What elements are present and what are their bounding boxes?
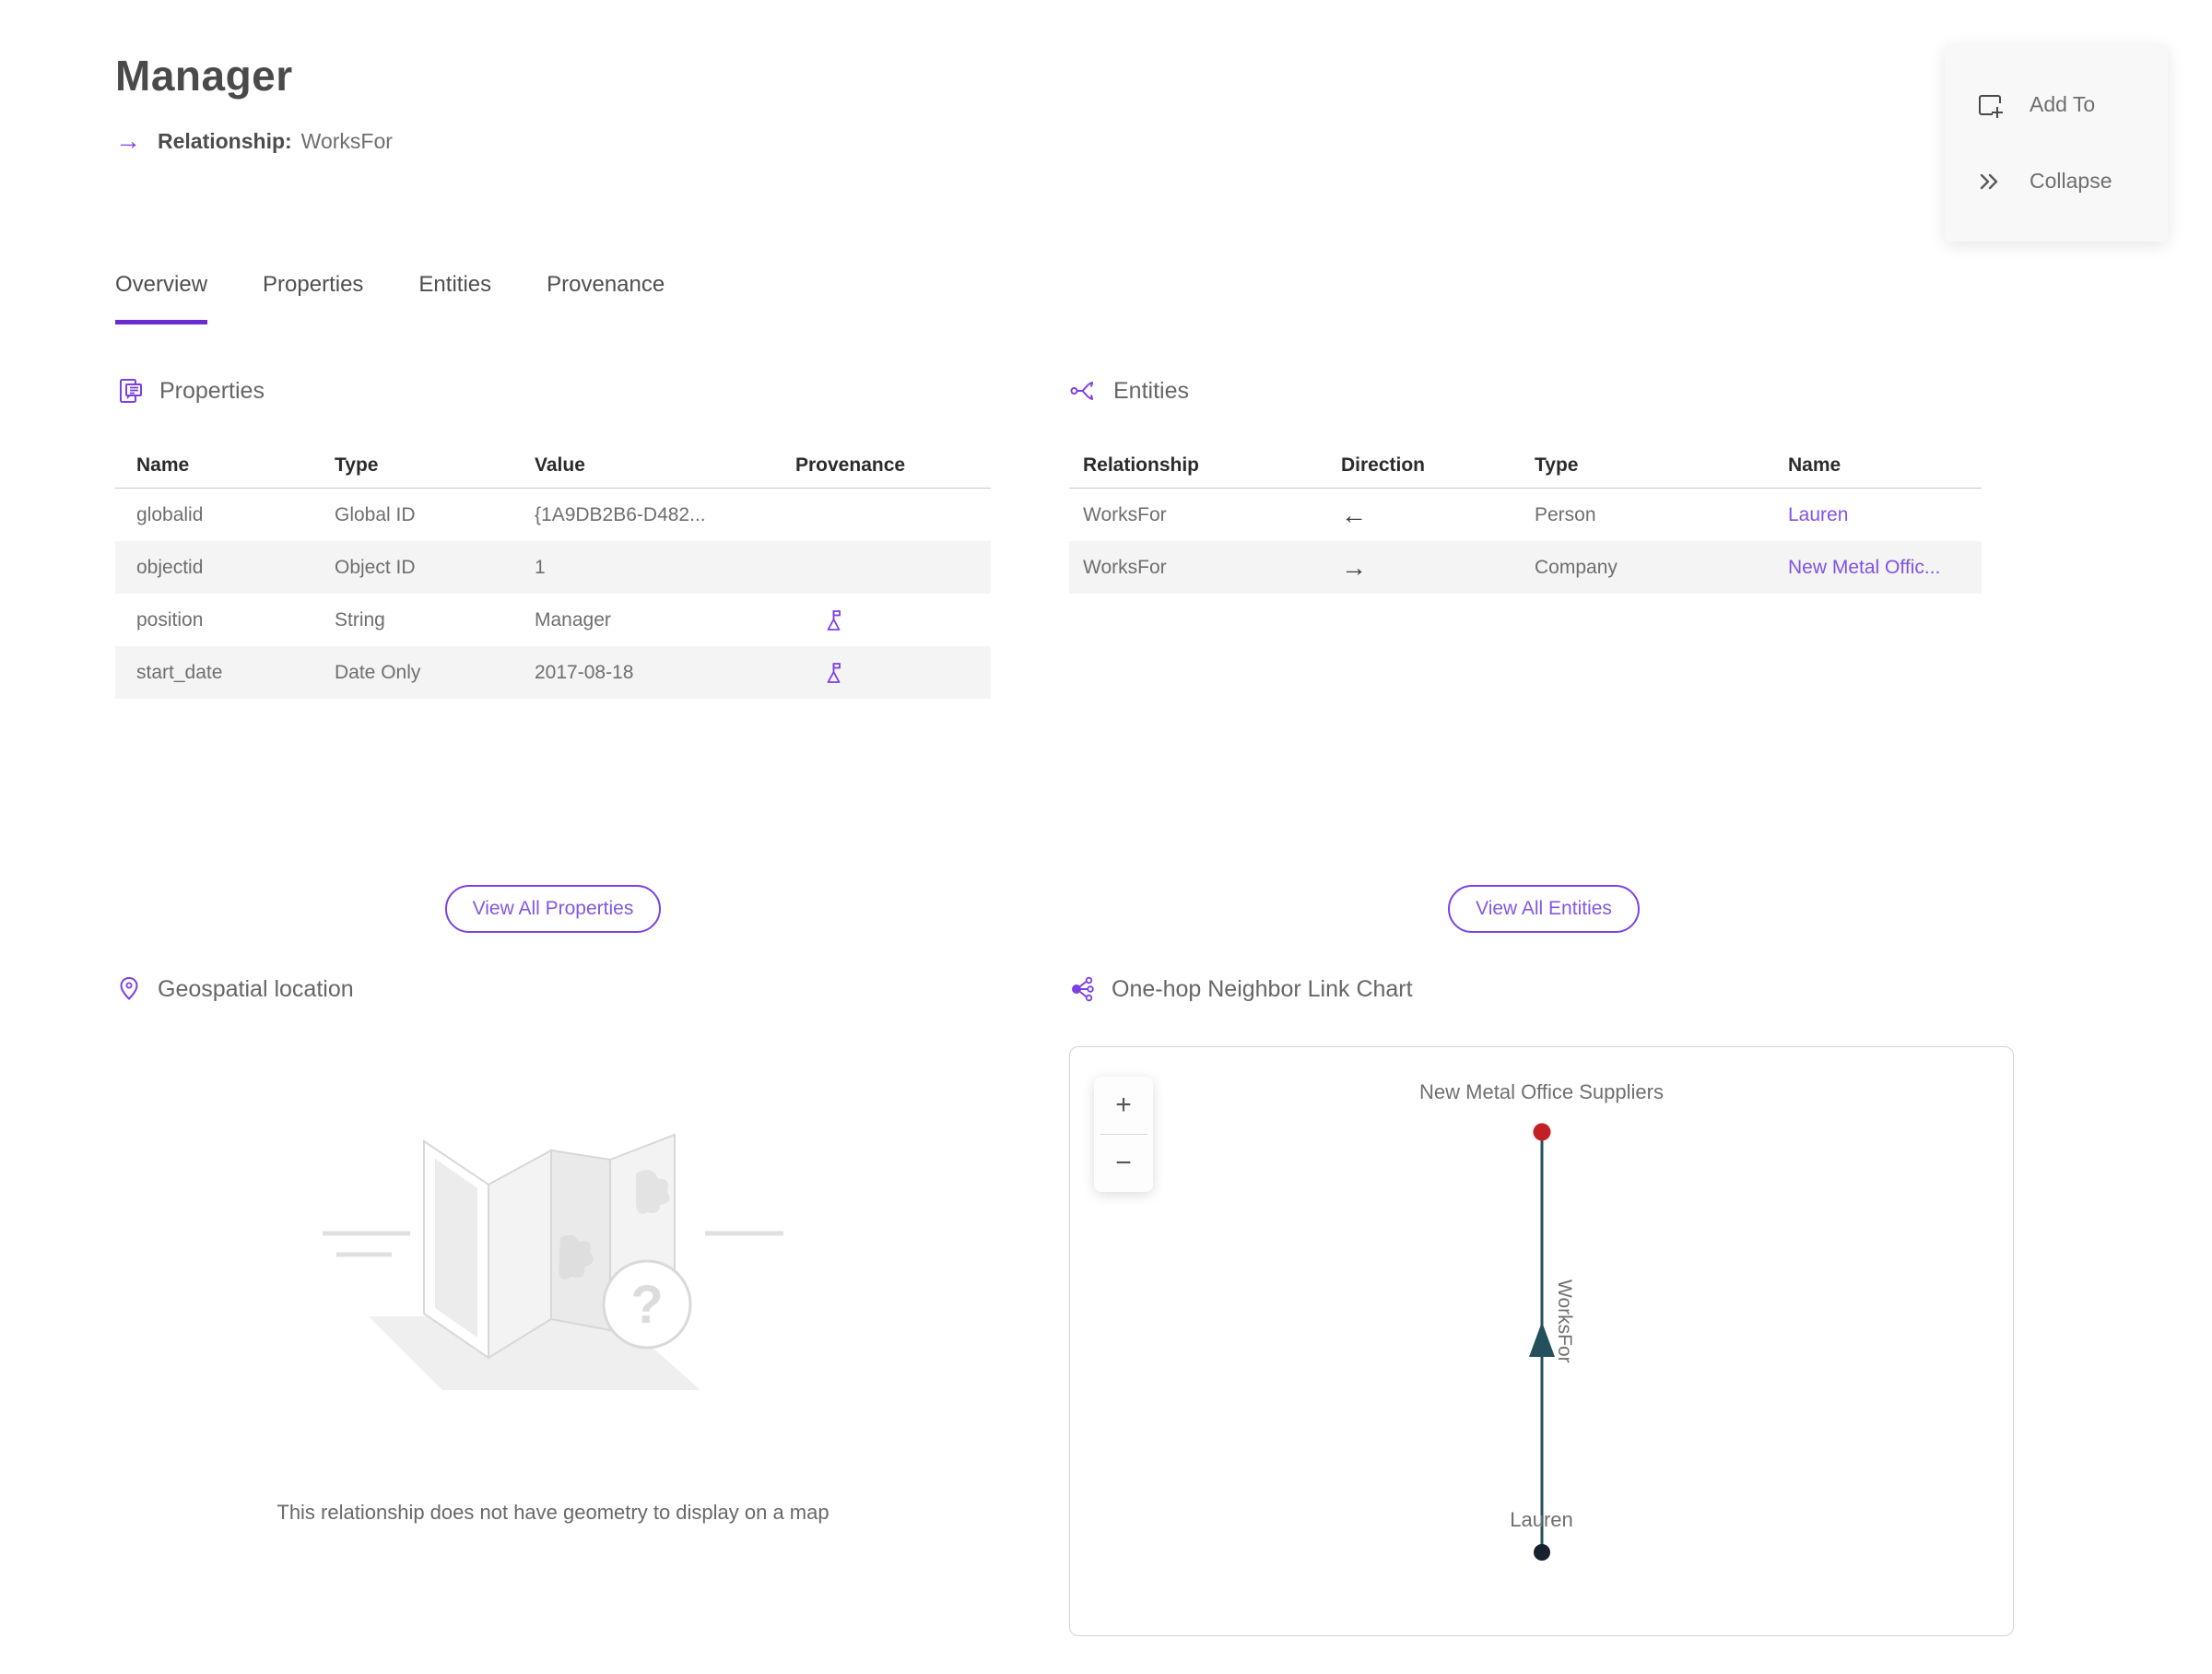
collapse-icon [1974,166,2006,197]
link-chart-section-title: One-hop Neighbor Link Chart [1112,975,1413,1002]
collapse-button[interactable]: Collapse [1945,166,2168,197]
link-chart-canvas[interactable]: New Metal Office Suppliers WorksFor Laur… [1069,1046,2014,1636]
entities-icon [1069,376,1099,406]
table-row: WorksFor ← Person Lauren [1069,489,1982,541]
view-all-entities-button[interactable]: View All Entities [1448,885,1640,933]
col-header-type: Type [1535,454,1579,476]
entities-table: Relationship Direction Type Name WorksFo… [1069,442,1982,594]
properties-table-header: Name Type Value Provenance [115,442,991,489]
tab-properties[interactable]: Properties [263,272,363,324]
add-to-label: Add To [2030,92,2096,116]
collapse-label: Collapse [2030,169,2112,193]
properties-section-title: Properties [159,377,265,404]
entity-type: Company [1535,556,1618,578]
node-person [1534,1544,1550,1561]
entities-panel: Entities Relationship Direction Type Nam… [1069,376,2018,984]
prop-name: position [136,608,204,631]
geospatial-section-header: Geospatial location [115,975,991,1003]
no-geometry-message: This relationship does not have geometry… [276,1501,830,1524]
entities-table-header: Relationship Direction Type Name [1069,442,1982,489]
entity-type: Person [1535,503,1596,525]
col-header-provenance: Provenance [795,454,906,476]
entity-name-link[interactable]: New Metal Offic... [1788,557,1982,579]
subtitle-label: Relationship: [158,128,292,153]
table-row: objectid Object ID 1 [115,541,991,594]
add-to-icon [1974,89,2006,121]
page-header: Manager → Relationship: WorksFor [115,51,393,154]
add-to-button[interactable]: Add To [1945,89,2168,121]
entity-name-link[interactable]: Lauren [1788,504,1982,526]
tab-overview[interactable]: Overview [115,272,208,324]
entity-relationship: WorksFor [1083,556,1167,578]
geospatial-panel: Geospatial location ? This relationship … [115,975,991,1621]
properties-table: Name Type Value Provenance globalid Glob… [115,442,991,699]
link-chart-section-header: One-hop Neighbor Link Chart [1069,975,2018,1003]
prop-name: globalid [136,503,204,525]
tab-provenance[interactable]: Provenance [547,272,665,324]
view-all-properties-button[interactable]: View All Properties [444,885,662,933]
link-chart-icon [1069,975,1097,1003]
col-header-relationship: Relationship [1083,454,1200,476]
provenance-flag-icon[interactable] [795,661,991,685]
table-row: WorksFor → Company New Metal Offic... [1069,541,1982,594]
edge-direction-arrow [1529,1322,1555,1357]
col-header-name: Name [136,454,190,476]
prop-type: Date Only [335,661,421,683]
properties-panel: Properties Name Type Value Provenance gl… [115,376,991,984]
map-pin-icon [115,975,143,1003]
zoom-control: + − [1094,1077,1153,1192]
entities-section-header: Entities [1069,376,2018,406]
prop-value: 1 [535,556,546,578]
properties-icon [115,376,145,406]
table-row: start_date Date Only 2017-08-18 [115,646,991,699]
prop-value: 2017-08-18 [535,661,634,683]
prop-value: {1A9DB2B6-D482... [535,503,706,525]
link-chart-panel: One-hop Neighbor Link Chart New Metal Of… [1069,975,2018,1639]
col-header-direction: Direction [1341,454,1426,476]
direction-left-arrow-icon: ← [1341,500,1367,529]
page-title: Manager [115,52,293,100]
entities-section-title: Entities [1113,377,1189,404]
col-header-name: Name [1788,454,1841,476]
col-header-type: Type [335,454,379,476]
prop-type: Global ID [335,503,416,525]
prop-value: Manager [535,608,611,631]
action-card: Add To Collapse [1945,44,2168,242]
svg-text:?: ? [630,1275,663,1335]
col-header-value: Value [535,454,585,476]
subtitle-value: WorksFor [300,128,393,153]
zoom-in-button[interactable]: + [1094,1077,1153,1134]
prop-type: String [335,608,385,631]
prop-type: Object ID [335,556,416,578]
prop-name: start_date [136,661,223,683]
table-row: position String Manager [115,594,991,646]
entity-relationship: WorksFor [1083,503,1167,525]
node-company [1533,1123,1551,1141]
properties-section-header: Properties [115,376,991,406]
prop-name: objectid [136,556,204,578]
table-row: globalid Global ID {1A9DB2B6-D482... [115,489,991,541]
tab-entities[interactable]: Entities [418,272,491,324]
breadcrumb: → Relationship: WorksFor [115,128,393,154]
relationship-arrow-icon: → [115,126,141,155]
relationship-overview-page: Manager → Relationship: WorksFor Add To [0,0,2212,1674]
no-geometry-map-illustration: ? [313,1063,793,1432]
direction-right-arrow-icon: → [1341,552,1367,582]
tab-bar: Overview Properties Entities Provenance [115,272,665,324]
provenance-flag-icon[interactable] [795,608,991,632]
geospatial-section-title: Geospatial location [158,975,354,1002]
zoom-out-button[interactable]: − [1094,1135,1153,1192]
